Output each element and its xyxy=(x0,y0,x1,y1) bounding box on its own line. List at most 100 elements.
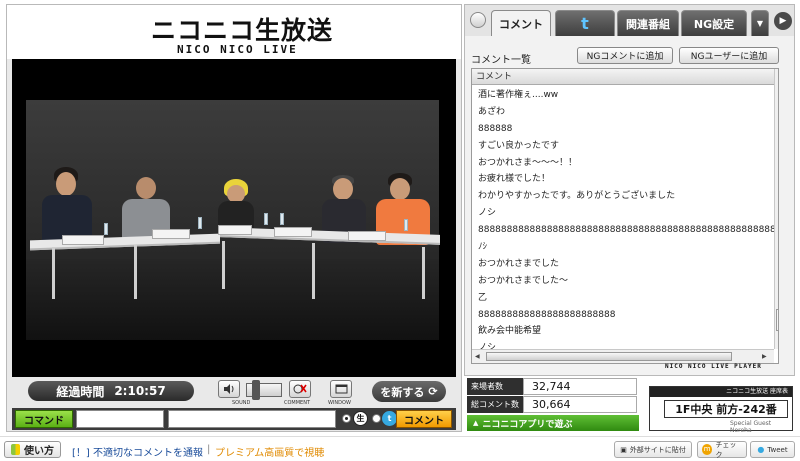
tab-comment[interactable]: コメント xyxy=(491,10,551,36)
elapsed-label: 経過時間 xyxy=(56,384,105,399)
panel-toggle-icon[interactable] xyxy=(470,12,486,28)
post-niconico-radio[interactable] xyxy=(342,414,351,423)
bird-icon: ● xyxy=(757,445,765,454)
video-screen[interactable] xyxy=(12,59,456,377)
tweet-button[interactable]: ● Tweet xyxy=(750,441,795,458)
player-controls: 経過時間 2:10:57 SOUND COMMENT WINDOW を新する ⟳ xyxy=(12,378,456,406)
logo-title: ニコニコ生放送 xyxy=(151,16,334,45)
comment-caption: COMMENT xyxy=(284,400,311,406)
stage-floor xyxy=(26,259,439,340)
post-twitter-radio[interactable] xyxy=(372,414,381,423)
scroll-up-icon[interactable]: ▲ xyxy=(778,71,779,78)
vertical-scrollbar[interactable]: ▲ ▼ xyxy=(774,69,779,349)
ng-user-button[interactable]: NGユーザーに追加 xyxy=(679,47,779,64)
footer-separator: | xyxy=(207,444,211,455)
comment-row[interactable]: あざわ xyxy=(472,104,778,121)
niconico-app-link[interactable]: ▲ ニコニコアプリで遊ぶ xyxy=(467,415,639,431)
tab-related[interactable]: 関連番組 xyxy=(617,10,679,36)
comment-row[interactable]: ノシ xyxy=(472,205,778,222)
embed-icon: ▣ xyxy=(620,445,627,454)
panel-next-icon[interactable]: ▶ xyxy=(774,12,792,30)
embed-label: 外部サイトに貼付 xyxy=(629,445,686,454)
comment-row[interactable]: ﾉｼ xyxy=(472,239,778,256)
embed-button[interactable]: ▣ 外部サイトに貼付 xyxy=(614,441,692,458)
command-label: コマンド xyxy=(15,410,73,428)
how-to-button[interactable]: 使い方 xyxy=(4,441,61,458)
elapsed-value: 2:10:57 xyxy=(114,384,166,398)
comment-row[interactable]: 8888888888888888888888888888888888888888… xyxy=(472,222,778,239)
comment-row[interactable]: お疲れ様でした！ xyxy=(472,171,778,188)
comment-rows: 酒に著作権ぇ....ww あざわ 888888 すごい良かったです おつかれさま… xyxy=(472,87,778,357)
comment-row[interactable]: 888888888888888888888888 xyxy=(472,307,778,324)
comment-list[interactable]: コメント 酒に著作権ぇ....ww あざわ 888888 すごい良かったです お… xyxy=(471,68,779,364)
comment-toggle-icon[interactable] xyxy=(289,380,311,398)
chevron-down-icon: ▼ xyxy=(756,19,764,28)
comment-panel: コメント t 関連番組 NG設定 ▼ ▶ コメント一覧 NGコメントに追加 NG… xyxy=(464,4,795,376)
report-bang: [！] xyxy=(72,448,90,459)
comment-column-header[interactable]: コメント xyxy=(472,69,778,85)
vertical-scroll-thumb[interactable] xyxy=(776,309,778,331)
comment-row[interactable]: おつかれさまでした〜 xyxy=(472,273,778,290)
live-player: ニコニコ生放送 NICO NICO LIVE 経過時間 2:10:57 SOUN… xyxy=(6,4,462,432)
speaker-icon[interactable] xyxy=(218,380,240,398)
report-link[interactable]: [！] 不適切なコメントを通報 xyxy=(72,444,203,459)
comment-row[interactable]: おつかれさまでした xyxy=(472,256,778,273)
seat-guest: Special Guest Noreha xyxy=(730,420,772,434)
how-to-label: 使い方 xyxy=(24,446,54,457)
tweet-label: Tweet xyxy=(767,445,788,454)
tab-ng-settings[interactable]: NG設定 xyxy=(681,10,747,36)
niconico-live-icon: 生 xyxy=(353,411,368,426)
horizontal-scroll-thumb[interactable] xyxy=(486,352,732,361)
visitors-value: 32,744 xyxy=(523,378,637,395)
comment-row[interactable]: 888888 xyxy=(472,121,778,138)
horizontal-scrollbar[interactable]: ◀ ▶ xyxy=(472,349,774,363)
logo-area: ニコニコ生放送 NICO NICO LIVE xyxy=(7,5,461,59)
comment-row[interactable]: 酒に著作権ぇ....ww xyxy=(472,87,778,104)
sound-caption: SOUND xyxy=(232,400,251,406)
footer-bar: 使い方 [！] 不適切なコメントを通報 | プレミアム高画質で視聴 ▣ 外部サイ… xyxy=(0,436,800,461)
report-label: 不適切なコメントを通報 xyxy=(93,448,203,459)
twitter-tab-icon: t xyxy=(581,14,589,33)
check-label: チェック xyxy=(715,440,737,459)
comment-row[interactable]: 飲み会中能希望 xyxy=(472,323,778,340)
comment-row[interactable]: 乙 xyxy=(472,290,778,307)
tab-more-dropdown[interactable]: ▼ xyxy=(751,10,769,36)
scroll-left-icon[interactable]: ◀ xyxy=(475,353,480,360)
scroll-down-icon[interactable]: ▼ xyxy=(778,339,779,346)
ng-comment-button[interactable]: NGコメントに追加 xyxy=(577,47,673,64)
total-comments-value: 30,664 xyxy=(523,396,637,413)
comment-row[interactable]: おつかれさま〜〜〜！！ xyxy=(472,155,778,172)
scroll-right-icon[interactable]: ▶ xyxy=(762,353,767,360)
comment-list-title: コメント一覧 xyxy=(471,55,531,66)
app-link-label: ニコニコアプリで遊ぶ xyxy=(482,419,573,430)
total-comments-label: 総コメント数 xyxy=(467,396,523,413)
stats-box: 来場者数 32,744 総コメント数 30,664 xyxy=(467,378,639,414)
beginner-leaf-icon xyxy=(11,444,20,455)
seat-title: ニコニコ生放送 座席表 xyxy=(650,387,792,397)
comment-row[interactable]: わかりやすかったです。ありがとうございました xyxy=(472,188,778,205)
triangle-up-icon: ▲ xyxy=(473,419,479,427)
check-button[interactable]: m チェック xyxy=(697,440,747,459)
premium-link[interactable]: プレミアム高画質で視聴 xyxy=(215,444,324,459)
comment-form: コマンド 生 t コメント xyxy=(12,408,456,430)
volume-knob[interactable] xyxy=(252,380,260,400)
logo-subtitle: NICO NICO LIVE xyxy=(177,43,298,56)
command-input[interactable] xyxy=(76,410,164,428)
comment-input[interactable] xyxy=(168,410,336,428)
comment-row[interactable]: すごい良かったです xyxy=(472,138,778,155)
panel-tabs: コメント t 関連番組 NG設定 ▼ ▶ xyxy=(465,5,794,36)
visitors-label: 来場者数 xyxy=(467,378,523,395)
refresh-icon: ⟳ xyxy=(428,385,438,398)
refresh-button[interactable]: を新する ⟳ xyxy=(372,381,446,402)
window-icon[interactable] xyxy=(330,380,352,398)
window-caption: WINDOW xyxy=(328,400,351,406)
tab-twitter[interactable]: t xyxy=(555,10,615,36)
elapsed-time-display: 経過時間 2:10:57 xyxy=(28,381,194,401)
refresh-label: を新する xyxy=(380,385,425,399)
twitter-icon: t xyxy=(382,411,397,426)
seat-card[interactable]: ニコニコ生放送 座席表 1F中央 前方-242番 Special Guest N… xyxy=(649,386,793,434)
comment-submit-button[interactable]: コメント xyxy=(396,410,452,428)
check-icon: m xyxy=(702,444,713,455)
nicolive-page: ニコニコ生放送 NICO NICO LIVE 経過時間 2:10:57 SOUN… xyxy=(0,0,800,461)
seat-number: 1F中央 前方-242番 xyxy=(664,400,788,418)
